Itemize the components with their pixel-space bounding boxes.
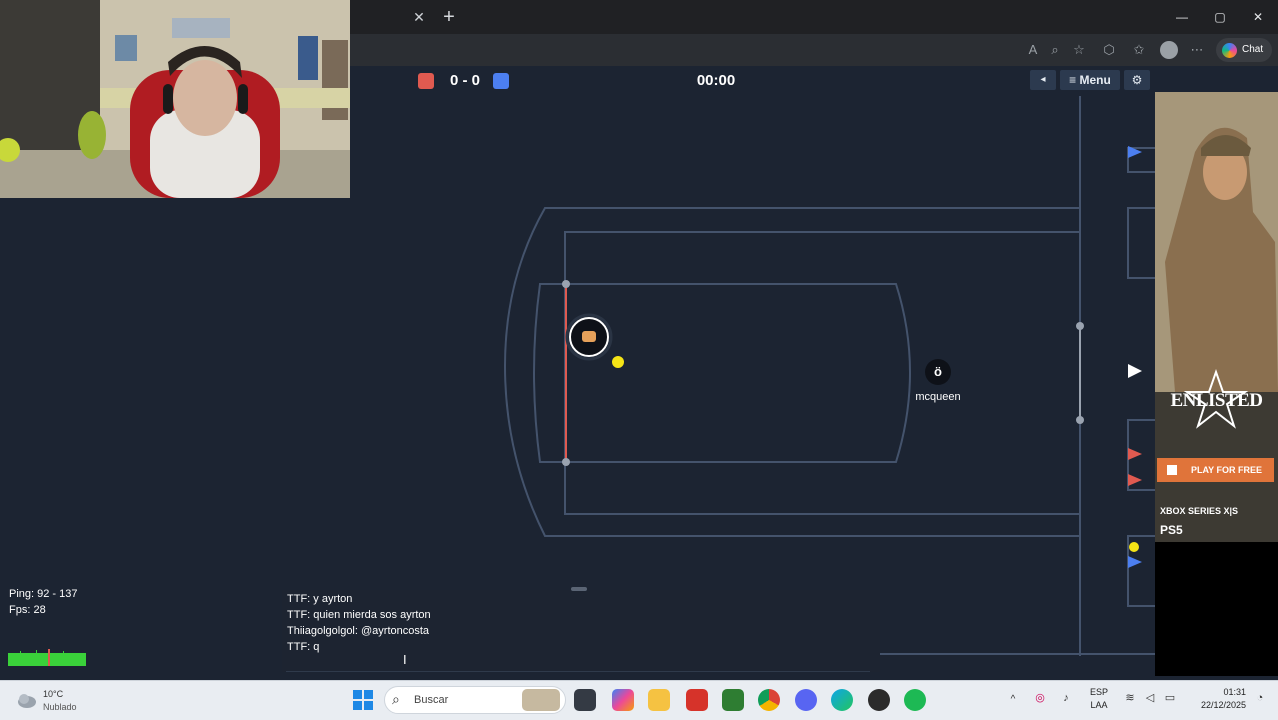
ad-title: ENLISTED [1170,390,1263,411]
fps-readout: Fps: 28 [9,604,46,616]
back-button[interactable]: ◂ [1030,70,1056,90]
chat-message: TTF: y ayrton [287,593,353,605]
espn-app-icon[interactable] [686,689,708,711]
center-post-bottom [1076,416,1084,424]
chat-message: TTF: q [287,641,320,653]
chat-message: TTF: quien mierda sos ayrton [287,609,431,621]
chat-input[interactable] [286,658,870,672]
copilot-app-icon[interactable] [612,689,634,711]
settings-gear-button[interactable]: ⚙ [1124,70,1150,90]
more-options-icon[interactable]: ⋯ [1188,41,1206,59]
webcam-feed [0,0,350,198]
favorites-icon[interactable]: ✩ [1130,41,1148,59]
edge-icon[interactable] [831,689,853,711]
menu-label: Menu [1079,73,1111,87]
outer-boundary [503,207,1080,537]
weather-temperature[interactable]: 10°C [43,688,103,700]
search-highlight-icon[interactable] [522,689,560,711]
file-explorer-icon[interactable] [648,689,670,711]
player-emoji-icon [582,331,596,342]
copilot-label: Chat [1242,44,1264,55]
goal-post-bottom [562,458,570,466]
right-box-upper [1127,207,1155,279]
weather-cloud-icon[interactable] [16,690,38,710]
red-player-indicator-1 [1128,448,1142,460]
clock-time[interactable]: 01:31 [1196,687,1246,698]
blue-team-badge [493,73,509,89]
match-timer: 00:00 [696,72,736,89]
penalty-area [566,283,911,463]
chrome-icon[interactable] [758,689,780,711]
discord-icon[interactable] [795,689,817,711]
windows-icon [1167,465,1177,475]
game-app-icon[interactable] [868,689,890,711]
red-team-badge [418,73,434,89]
spotify-icon[interactable] [904,689,926,711]
input-language-sub[interactable]: LAA [1086,700,1112,711]
ball [612,356,624,368]
microphone-icon[interactable]: ♪ [1058,693,1074,707]
chat-resize-handle[interactable] [571,587,587,591]
ad-empty-area [1155,542,1278,676]
ad-play-button[interactable]: PLAY FOR FREE [1157,458,1274,482]
ping-readout: Ping: 92 - 137 [9,588,78,600]
center-post-top [1076,322,1084,330]
fps-graph [8,649,86,666]
blue-player-indicator-2 [1128,556,1142,568]
tray-overflow-icon[interactable]: ^ [1006,694,1020,706]
tray-app-icon[interactable]: ◎ [1032,693,1048,707]
close-window-button[interactable]: ✕ [1249,8,1267,26]
goal-post-top [562,280,570,288]
field-boundary [564,231,1080,515]
battery-icon[interactable]: ▭ [1162,693,1178,707]
maximize-button[interactable]: ▢ [1211,8,1229,26]
zoom-icon[interactable]: ⌕ [1046,41,1064,59]
tab-close-button[interactable]: ✕ [410,8,428,26]
ad-platform-ps: PS5 [1160,523,1183,537]
mcqueen-avatar-glyph: ö [934,364,942,379]
menu-button[interactable]: ≡ Menu [1060,70,1120,90]
ball-indicator [1129,542,1139,552]
copilot-icon [1222,43,1237,58]
volume-icon[interactable]: ◁ [1142,693,1158,707]
copilot-chat-button[interactable]: Chat [1216,38,1272,62]
minecraft-icon[interactable] [722,689,744,711]
minimize-button[interactable]: — [1173,8,1191,26]
search-icon: ⌕ [392,691,400,707]
ad-platform-xbox: XBOX SERIES X|S [1160,506,1239,516]
search-placeholder: Buscar [414,694,449,706]
notification-bell-icon[interactable]: ◔ [1252,693,1268,707]
player-name-label: mcqueen [915,391,961,403]
windows-start-icon[interactable] [352,689,374,711]
translate-icon[interactable]: A [1024,41,1042,59]
profile-avatar[interactable] [1160,41,1178,59]
ad-cta-label: PLAY FOR FREE [1191,465,1263,475]
extensions-icon[interactable]: ⬡ [1100,41,1118,59]
webcam-overlay [0,0,350,198]
text-cursor-icon: I [403,652,407,667]
favorite-star-icon[interactable]: ☆ [1070,41,1088,59]
new-tab-button[interactable]: + [438,6,460,28]
goal-net [533,283,566,463]
screen: ✕ + — ▢ ✕ A ⌕ ☆ ⬡ ✩ ⋯ Chat ö mcqueen 0 -… [0,0,1278,720]
task-view-icon[interactable] [574,689,596,711]
chat-message: Thiiagolgolgol: @ayrtoncosta [287,625,430,637]
red-player-indicator-2 [1128,474,1142,486]
menu-icon: ≡ [1069,73,1077,87]
wifi-icon[interactable]: ≋ [1122,693,1138,707]
input-language[interactable]: ESP [1086,687,1112,698]
weather-condition[interactable]: Nublado [43,701,103,713]
clock-date[interactable]: 22/12/2025 [1186,700,1246,711]
scoreboard: 0 - 0 [449,72,480,89]
white-player-indicator [1128,364,1142,378]
